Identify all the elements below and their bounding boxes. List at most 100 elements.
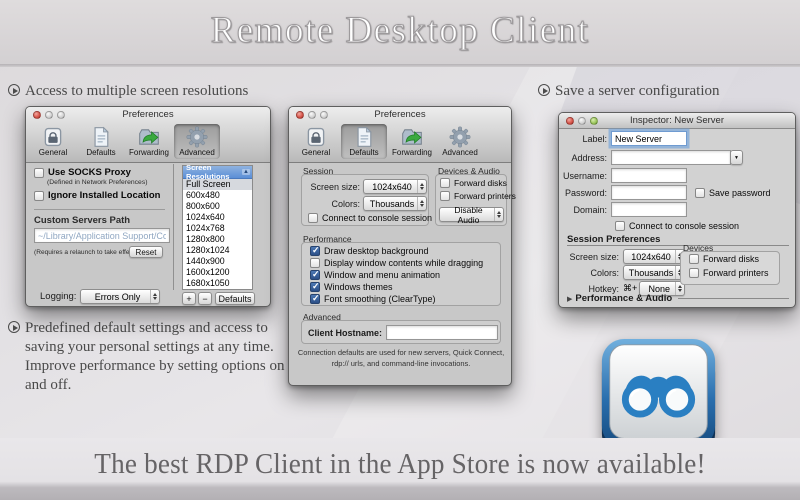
screen-size-popup[interactable]: 1024x640 [623, 249, 685, 264]
close-button[interactable] [33, 111, 41, 119]
checkbox[interactable] [689, 254, 699, 264]
perf-row[interactable]: Window and menu animation [310, 269, 440, 280]
table-row[interactable]: 1600x1200 [183, 267, 252, 278]
perf-row[interactable]: Draw desktop background [310, 245, 429, 256]
table-row[interactable]: 1440x900 [183, 256, 252, 267]
tab-advanced[interactable]: Advanced [174, 124, 220, 159]
colors-row: Colors: Thousands [563, 265, 685, 280]
tab-general[interactable]: General [293, 124, 339, 159]
console-session-row[interactable]: Connect to console session [308, 213, 432, 223]
tab-label: General [301, 148, 331, 157]
table-row[interactable]: 1680x1050 [183, 278, 252, 289]
performance-group-box: Draw desktop background Display window c… [301, 242, 501, 306]
tab-defaults[interactable]: Defaults [78, 124, 124, 159]
remove-resolution-button[interactable]: − [198, 292, 212, 305]
popup-stepper-icon [417, 197, 426, 210]
preferences-window-defaults: Preferences General Defaults Forwarding [288, 106, 516, 386]
forward-disks-row[interactable]: Forward disks [689, 254, 759, 264]
checkbox-label: Forward disks [703, 254, 760, 264]
defaults-button[interactable]: Defaults [215, 292, 255, 305]
table-row[interactable]: 800x600 [183, 201, 252, 212]
checkbox-label: Windows themes [324, 282, 393, 292]
save-password-row[interactable]: Save password [695, 187, 771, 198]
titlebar[interactable]: Inspector: New Server [559, 113, 795, 129]
checkbox[interactable] [615, 221, 625, 231]
callout-resolutions: Access to multiple screen resolutions [8, 82, 248, 101]
checkbox[interactable] [695, 187, 705, 198]
checkbox[interactable] [689, 268, 699, 278]
divider [567, 245, 789, 246]
tab-defaults[interactable]: Defaults [341, 124, 387, 159]
perf-row[interactable]: Font smoothing (ClearType) [310, 293, 436, 304]
checkbox[interactable] [310, 269, 320, 280]
tab-label: Advanced [442, 148, 478, 157]
colors-popup[interactable]: Thousands [363, 196, 427, 211]
reset-button[interactable]: Reset [129, 246, 163, 258]
prefs-toolbar: General Defaults Forwarding Advanced [26, 123, 270, 159]
console-session-row[interactable]: Connect to console session [615, 221, 739, 231]
checkbox[interactable] [310, 245, 320, 256]
password-field[interactable] [611, 185, 687, 200]
audio-popup[interactable]: Disable Audio [439, 205, 504, 225]
checkbox[interactable] [34, 167, 44, 178]
colors-popup[interactable]: Thousands [623, 265, 685, 280]
table-row[interactable]: 1024x640 [183, 212, 252, 223]
tab-forwarding[interactable]: Forwarding [126, 124, 172, 159]
close-button[interactable] [566, 117, 574, 125]
tab-advanced[interactable]: Advanced [437, 124, 483, 159]
perf-row[interactable]: Windows themes [310, 281, 393, 292]
label-field[interactable] [611, 131, 687, 146]
checkbox[interactable] [308, 213, 318, 223]
combo-arrow-icon[interactable]: ▼ [730, 150, 743, 165]
domain-field[interactable] [611, 202, 687, 217]
ignore-location-row[interactable]: Ignore Installed Location [34, 190, 160, 201]
performance-audio-row[interactable]: ▶ Performance & Audio [567, 293, 789, 304]
zoom-button[interactable] [57, 111, 65, 119]
checkbox[interactable] [310, 258, 320, 268]
prefs-toolbar: General Defaults Forwarding Advanced [289, 123, 511, 159]
checkbox[interactable] [310, 293, 320, 304]
custom-path-field[interactable] [34, 228, 170, 243]
tab-forwarding[interactable]: Forwarding [389, 124, 435, 159]
checkbox[interactable] [440, 191, 450, 201]
popup-stepper-icon [417, 180, 426, 193]
table-row[interactable]: 1024x768 [183, 223, 252, 234]
zoom-button[interactable] [320, 111, 328, 119]
tab-label: Defaults [349, 148, 379, 157]
address-field[interactable] [611, 150, 731, 165]
tab-general[interactable]: General [30, 124, 76, 159]
domain-label: Domain: [573, 204, 607, 215]
checkbox[interactable] [34, 190, 44, 201]
session-preferences-heading: Session Preferences [567, 234, 661, 245]
screen-size-popup[interactable]: 1024x640 [363, 179, 427, 194]
logging-popup[interactable]: Errors Only [80, 289, 161, 304]
checkbox[interactable] [440, 178, 450, 188]
forward-disks-row[interactable]: Forward disks [440, 178, 507, 188]
forward-printers-row[interactable]: Forward printers [689, 268, 769, 278]
username-field[interactable] [611, 168, 687, 183]
socks-proxy-row[interactable]: Use SOCKS Proxy [34, 167, 131, 178]
add-resolution-button[interactable]: + [182, 292, 196, 305]
top-banner: Remote Desktop Client [0, 0, 800, 64]
titlebar[interactable]: Preferences [289, 107, 511, 123]
checkbox-label: Use SOCKS Proxy [48, 167, 131, 178]
minimize-button[interactable] [578, 117, 586, 125]
forward-printers-row[interactable]: Forward printers [440, 191, 516, 201]
checkbox[interactable] [310, 281, 320, 292]
minimize-button[interactable] [308, 111, 316, 119]
zoom-button[interactable] [590, 117, 598, 125]
perf-row[interactable]: Display window contents while dragging [310, 258, 483, 268]
play-circle-icon [8, 84, 20, 96]
minimize-button[interactable] [45, 111, 53, 119]
table-row[interactable]: 1280x800 [183, 234, 252, 245]
popup-stepper-icon [150, 290, 159, 303]
advanced-group-box: Client Hostname: [301, 320, 501, 344]
label-row: Label: [563, 131, 687, 146]
table-row[interactable]: 1280x1024 [183, 245, 252, 256]
close-button[interactable] [296, 111, 304, 119]
table-row[interactable]: 600x480 [183, 190, 252, 201]
hostname-field[interactable] [386, 325, 499, 340]
resolutions-header[interactable]: Screen Resolutions ▲ [183, 163, 252, 181]
tab-label: Forwarding [128, 148, 169, 157]
titlebar[interactable]: Preferences [26, 107, 270, 123]
